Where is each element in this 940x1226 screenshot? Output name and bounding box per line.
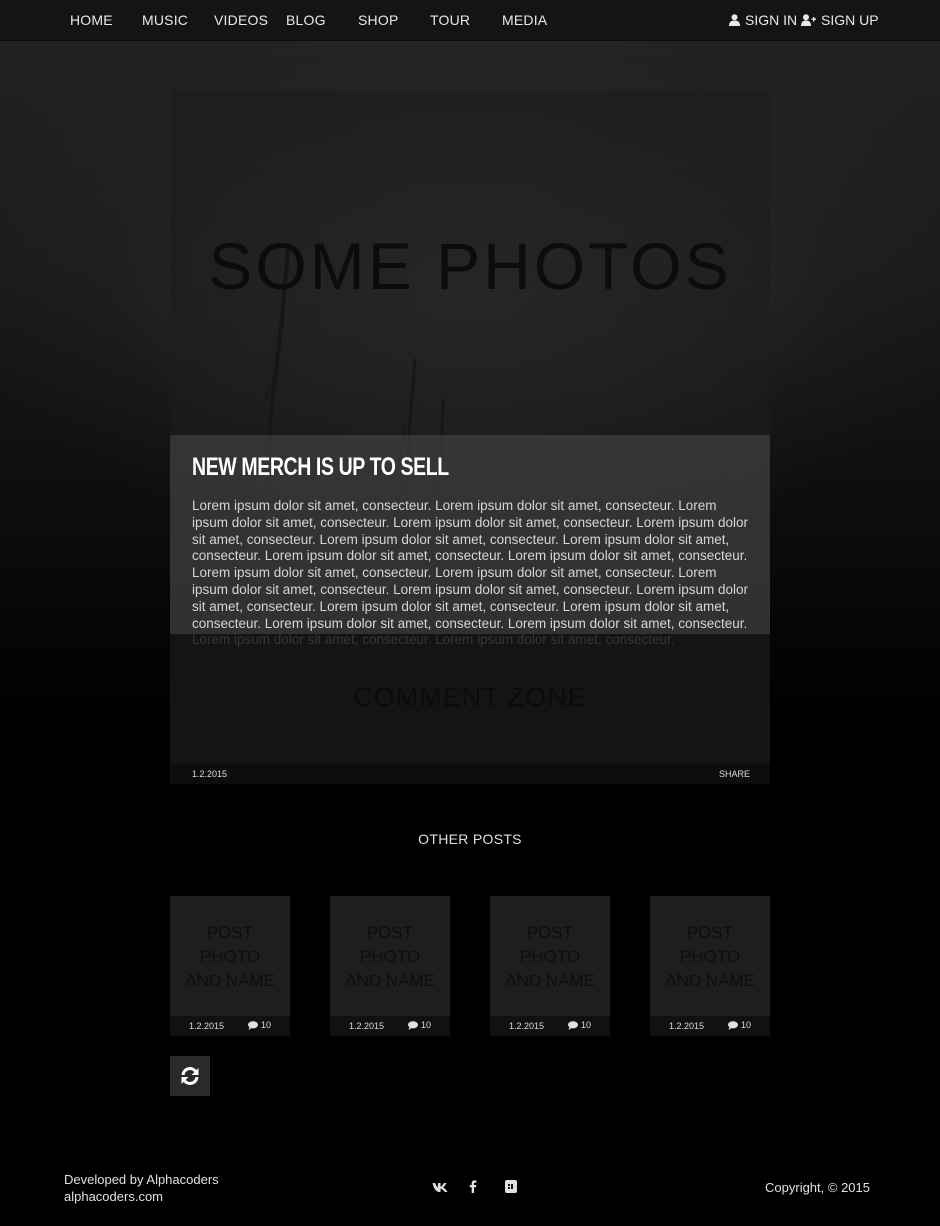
card-placeholder-line: PHOTO [199,947,261,966]
post-footer-bar: 1.2.2015 SHARE [170,764,770,784]
card-placeholder-line: AND NAME [345,971,435,990]
comment-zone[interactable]: COMMENT ZONE [170,634,770,764]
facebook-icon[interactable] [469,1180,477,1198]
post-card-meta: 1.2.2015 10 [650,1016,770,1036]
comment-count: 10 [421,1020,432,1030]
nav-home[interactable]: HOME [70,12,113,28]
load-more-button[interactable] [170,1056,210,1096]
card-placeholder-line: AND NAME [185,971,275,990]
post-card[interactable]: POST PHOTO AND NAME 1.2.2015 10 [490,896,610,1036]
comment-icon [568,1020,578,1030]
nav-shop[interactable]: SHOP [358,12,398,28]
card-placeholder-line: POST [366,923,414,942]
user-plus-icon [801,14,816,26]
developer-site-link[interactable]: alphacoders.com [64,1188,219,1205]
post-body: Lorem ipsum dolor sit amet, consecteur. … [192,498,748,647]
copyright-notice: Copyright, © 2015 [765,1180,870,1195]
nav-music[interactable]: MUSIC [142,12,188,28]
post-date: 1.2.2015 [192,769,228,779]
post-photo-placeholder-title: SOME PHOTOS [208,229,732,303]
featured-post: SOME PHOTOS NEW MERCH IS UP TO SELL Lore… [170,90,770,784]
card-placeholder-line: AND NAME [665,971,755,990]
post-card[interactable]: POST PHOTO AND NAME 1.2.2015 10 [650,896,770,1036]
card-placeholder-line: PHOTO [679,947,741,966]
nav-videos[interactable]: VIDEOS [214,12,268,28]
post-card-comments[interactable]: 10 [408,1020,431,1030]
sign-up-label: SIGN UP [821,12,879,28]
card-placeholder-line: POST [206,923,254,942]
post-card-comments[interactable]: 10 [568,1020,591,1030]
post-excerpt-panel: NEW MERCH IS UP TO SELL Lorem ipsum dolo… [170,435,770,647]
developer-credit: Developed by Alphacoders [64,1172,219,1187]
card-placeholder-line: POST [686,923,734,942]
comment-zone-label: COMMENT ZONE [353,682,587,712]
post-card-comments[interactable]: 10 [248,1020,271,1030]
comment-count: 10 [261,1020,272,1030]
other-posts-heading: OTHER POSTS [418,831,522,847]
post-card-thumbnail[interactable]: POST PHOTO AND NAME [490,896,610,1016]
post-card-meta: 1.2.2015 10 [170,1016,290,1036]
card-placeholder-line: PHOTO [359,947,421,966]
comment-count: 10 [581,1020,592,1030]
post-card-thumbnail[interactable]: POST PHOTO AND NAME [330,896,450,1016]
post-card-meta: 1.2.2015 10 [330,1016,450,1036]
post-card[interactable]: POST PHOTO AND NAME 1.2.2015 10 [330,896,450,1036]
card-placeholder-line: AND NAME [505,971,595,990]
sign-in-label: SIGN IN [745,12,798,28]
nav-tour[interactable]: TOUR [430,12,470,28]
card-placeholder-line: POST [526,923,574,942]
card-placeholder-line: PHOTO [519,947,581,966]
comment-icon [408,1020,418,1030]
post-card[interactable]: POST PHOTO AND NAME 1.2.2015 10 [170,896,290,1036]
post-card-thumbnail[interactable]: POST PHOTO AND NAME [650,896,770,1016]
post-photo-area[interactable]: SOME PHOTOS [170,90,770,435]
post-card-meta: 1.2.2015 10 [490,1016,610,1036]
post-card-thumbnail[interactable]: POST PHOTO AND NAME [170,896,290,1016]
post-card-date: 1.2.2015 [509,1021,545,1031]
post-card-comments[interactable]: 10 [728,1020,751,1030]
footer-credits: Developed by Alphacoders alphacoders.com [64,1171,219,1205]
post-title[interactable]: NEW MERCH IS UP TO SELL [192,453,449,482]
post-card-date: 1.2.2015 [349,1021,385,1031]
nav-media[interactable]: MEDIA [502,12,547,28]
user-icon [729,14,740,26]
comment-icon [728,1020,738,1030]
comment-count: 10 [741,1020,752,1030]
share-button[interactable]: SHARE [719,769,750,779]
nav-blog[interactable]: BLOG [286,12,326,28]
comment-icon [248,1020,258,1030]
vk-icon[interactable] [432,1180,449,1198]
sign-in-link[interactable]: SIGN IN [729,12,797,28]
post-card-date: 1.2.2015 [189,1021,225,1031]
refresh-icon [181,1067,199,1085]
sign-up-link[interactable]: SIGN UP [801,12,879,28]
top-navigation-bar: HOME MUSIC VIDEOS BLOG SHOP TOUR MEDIA S… [0,0,940,41]
lastfm-icon[interactable] [505,1180,517,1198]
post-card-date: 1.2.2015 [669,1021,705,1031]
